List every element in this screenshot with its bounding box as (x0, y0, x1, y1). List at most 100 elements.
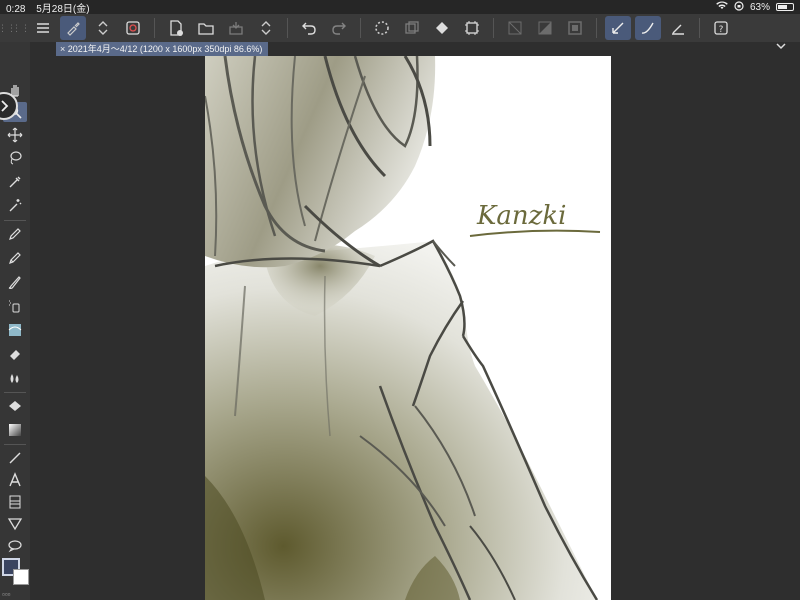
layer-icon (126, 21, 140, 35)
move-tool[interactable] (3, 125, 27, 145)
text-tool[interactable] (3, 470, 27, 490)
transform-icon (465, 21, 479, 35)
text-icon (9, 472, 21, 487)
toolbar-divider (360, 18, 361, 38)
magic-wand-tool[interactable] (3, 195, 27, 215)
copy-button[interactable] (399, 16, 425, 40)
help-icon: ? (714, 21, 728, 35)
toolbar-grip-icon[interactable]: ⋮⋮ (12, 14, 30, 42)
stepper-button[interactable] (90, 16, 116, 40)
figure-hair (205, 56, 436, 268)
eyedropper-tool[interactable] (3, 172, 27, 192)
updown-icon (261, 21, 271, 35)
line-tool[interactable] (3, 448, 27, 468)
pencil-icon (9, 252, 21, 264)
fill-icon (436, 22, 448, 34)
ruler-triangle-icon (7, 518, 23, 531)
pen-line-icon (672, 24, 684, 35)
battery-fill (778, 5, 787, 9)
redo-icon (332, 22, 346, 35)
brush-icon (8, 276, 21, 289)
move-icon (7, 127, 23, 143)
updown-icon (98, 21, 108, 35)
menu-button[interactable] (30, 16, 56, 40)
airbrush-icon (9, 300, 20, 313)
tool-palette (0, 42, 30, 600)
toolbar-divider (699, 18, 700, 38)
pencil-tool[interactable] (3, 248, 27, 268)
loading-button[interactable] (369, 16, 395, 40)
lasso-tool[interactable] (3, 148, 27, 168)
brush-stroke-button[interactable] (635, 16, 661, 40)
toolbar-divider (287, 18, 288, 38)
undo-icon (302, 22, 316, 35)
toolbar-divider (596, 18, 597, 38)
pen-tool[interactable] (3, 224, 27, 244)
frame-button[interactable] (562, 16, 588, 40)
layer-clip-icon (538, 21, 552, 35)
svg-text:?: ? (719, 25, 724, 35)
artwork: Kanzki (205, 56, 601, 600)
line-icon (9, 452, 21, 464)
decoration-tool[interactable] (3, 320, 27, 340)
magic-wand-icon (9, 199, 22, 212)
eraser-icon (10, 350, 20, 360)
canvas-paper[interactable]: Kanzki (205, 56, 611, 600)
chevron-down-icon[interactable] (776, 42, 786, 53)
panel-gutter (30, 42, 56, 600)
frame-border-icon (9, 495, 21, 509)
main-toolbar: ⋮⋮ ⋮⋮ ? (0, 14, 800, 42)
color-switch-icon[interactable]: ▫▫▫ (2, 590, 11, 599)
redo-button[interactable] (326, 16, 352, 40)
brush-settings-button[interactable] (60, 16, 86, 40)
loading-icon (375, 21, 389, 35)
new-file-button[interactable] (163, 16, 189, 40)
save-button[interactable] (223, 16, 249, 40)
canvas-area[interactable]: Kanzki (56, 56, 800, 600)
decoration-icon (8, 324, 22, 336)
layer-button[interactable] (120, 16, 146, 40)
status-date: 5月28日(金) (36, 3, 90, 15)
gradient-tool[interactable] (3, 420, 27, 440)
blend-icon (10, 374, 19, 383)
brush-tool[interactable] (3, 272, 27, 292)
wifi-icon (716, 1, 728, 13)
undo-button[interactable] (296, 16, 322, 40)
help-button[interactable]: ? (708, 16, 734, 40)
battery-percent: 63% (749, 1, 770, 13)
frame-icon (568, 21, 582, 35)
airbrush-tool[interactable] (3, 296, 27, 316)
toolbar-divider (154, 18, 155, 38)
frame-border-tool[interactable] (3, 492, 27, 512)
layer-clip-button[interactable] (532, 16, 558, 40)
ruler-tool[interactable] (3, 514, 27, 534)
sub-color-swatch[interactable] (13, 569, 29, 585)
close-tab-icon[interactable]: × (60, 44, 65, 54)
fill-button[interactable] (429, 16, 455, 40)
document-tab[interactable]: × 2021年4月～4/12 (1200 x 1600px 350dpi 86.… (56, 42, 269, 56)
fill-tool[interactable] (3, 396, 27, 416)
toolbar-divider (493, 18, 494, 38)
pen-icon (9, 228, 21, 240)
save-icon (229, 22, 243, 35)
ruler-button[interactable] (605, 16, 631, 40)
copy-icon (405, 21, 419, 34)
eyedropper-icon (9, 176, 21, 188)
document-tab-bar: × 2021年4月～4/12 (1200 x 1600px 350dpi 86.… (56, 42, 800, 56)
transform-button[interactable] (459, 16, 485, 40)
new-file-icon (170, 20, 183, 36)
pen-line-button[interactable] (665, 16, 691, 40)
signature-text: Kanzki (476, 201, 566, 231)
ios-status-bar: 0:28 5月28日(金) 63% (0, 0, 800, 15)
stepper-button-2[interactable] (253, 16, 279, 40)
menu-icon (37, 23, 49, 33)
fill-icon (9, 401, 21, 411)
balloon-tool[interactable] (3, 536, 27, 556)
eraser-tool[interactable] (3, 344, 27, 364)
blend-tool[interactable] (3, 368, 27, 388)
hide-icon (508, 21, 522, 35)
gradient-icon (9, 424, 21, 436)
hide-button[interactable] (502, 16, 528, 40)
status-time: 0:28 (6, 3, 26, 15)
open-button[interactable] (193, 16, 219, 40)
